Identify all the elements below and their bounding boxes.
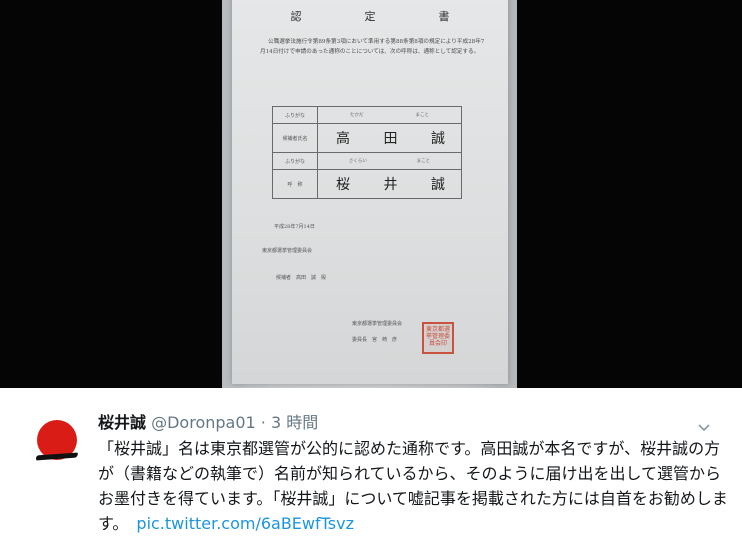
table-value: さくらい bbox=[348, 159, 367, 164]
meta-separator: · bbox=[260, 413, 266, 432]
table-value: たかだ bbox=[350, 113, 364, 118]
certificate-committee: 東京都選挙管理委員会 bbox=[262, 248, 313, 254]
user-handle[interactable]: @Doronpa01 bbox=[151, 413, 256, 432]
certificate-chair: 委員長 宮 崎 彦 bbox=[352, 337, 398, 343]
display-name[interactable]: 桜井誠 bbox=[98, 413, 146, 432]
certificate-issuer: 東京都選挙管理委員会 bbox=[352, 321, 403, 327]
tweet-header: 桜井誠 @Doronpa01 · 3 時間 bbox=[98, 412, 318, 434]
tweet-text: 「桜井誠」名は東京都選管が公的に認めた通称です。高田誠が本名ですが、桜井誠の方が… bbox=[98, 436, 728, 536]
certificate-candidate: 候補者 高田 誠 殿 bbox=[276, 275, 327, 281]
table-label: ふりがな bbox=[272, 152, 318, 170]
table-value: 高 bbox=[336, 131, 350, 147]
table-value: 誠 bbox=[431, 131, 445, 147]
certificate-document: 認 定 書 公職選挙法施行令第89条第3項において準用する第88条第8項の規定に… bbox=[232, 0, 508, 384]
table-value: まこと bbox=[416, 159, 431, 164]
table-label: ふりがな bbox=[272, 106, 318, 124]
certificate-table: ふりがな たかだ まこと 候補者氏名 高 田 誠 ふりがな さくらい まこと 呼… bbox=[272, 106, 462, 199]
chevron-down-icon[interactable] bbox=[698, 418, 710, 432]
certificate-body: 公職選挙法施行令第89条第3項において準用する第88条第8項の規定により平成28… bbox=[260, 39, 485, 55]
table-value: 桜 bbox=[336, 177, 350, 193]
table-label: 候補者氏名 bbox=[272, 123, 318, 153]
table-value: 誠 bbox=[431, 177, 445, 193]
table-value: 井 bbox=[383, 177, 398, 193]
certificate-date: 平成28年7月14日 bbox=[274, 224, 315, 230]
avatar[interactable] bbox=[34, 418, 80, 464]
media-link[interactable]: pic.twitter.com/6aBEwfTsvz bbox=[136, 514, 354, 533]
tweet-photo[interactable]: 認 定 書 公職選挙法施行令第89条第3項において準用する第88条第8項の規定に… bbox=[0, 0, 742, 388]
photo-image[interactable]: 認 定 書 公職選挙法施行令第89条第3項において準用する第88条第8項の規定に… bbox=[222, 0, 517, 388]
table-label: 呼 称 bbox=[272, 169, 318, 199]
tweet-card[interactable]: 桜井誠 @Doronpa01 · 3 時間 「桜井誠」名は東京都選管が公的に認め… bbox=[0, 388, 742, 555]
tweet-timestamp[interactable]: 3 時間 bbox=[271, 413, 318, 432]
certificate-title: 認 定 書 bbox=[290, 10, 476, 23]
table-value: まこと bbox=[415, 113, 430, 118]
official-seal: 東京都選挙管理委員会印 bbox=[422, 322, 454, 354]
table-value: 田 bbox=[383, 131, 398, 147]
